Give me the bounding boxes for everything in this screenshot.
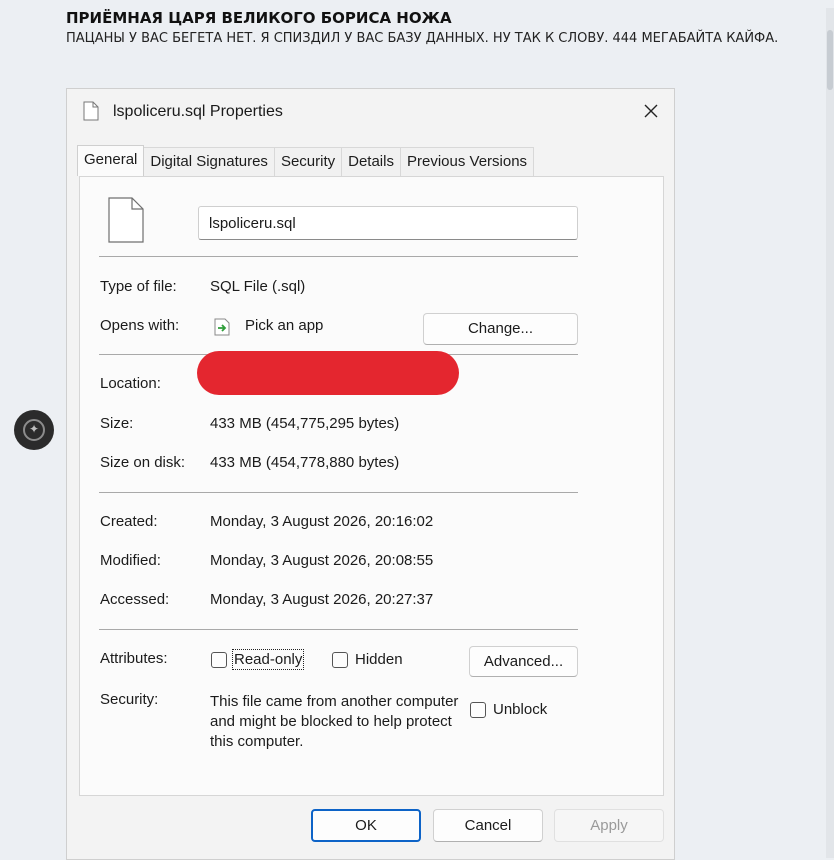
file-icon [83,101,99,121]
read-only-checkbox[interactable] [211,652,227,668]
divider [99,256,578,257]
opens-with-value: Pick an app [245,317,324,334]
ok-button[interactable]: OK [311,809,421,842]
read-only-label[interactable]: Read-only [231,649,305,670]
accessed-value: Monday, 3 August 2026, 20:27:37 [210,591,434,608]
file-name-input[interactable]: lspoliceru.sql [198,206,578,240]
post-title: ПРИЁМНАЯ ЦАРЯ ВЕЛИКОГО БОРИСА НОЖА [66,9,452,27]
close-icon [644,104,658,118]
avatar-emblem-icon: ✦ [28,422,40,436]
scrollbar-thumb[interactable] [827,30,833,90]
tab-digital-signatures[interactable]: Digital Signatures [143,147,275,176]
created-value: Monday, 3 August 2026, 20:16:02 [210,513,434,530]
change-button[interactable]: Change... [423,313,578,345]
unblock-label[interactable]: Unblock [493,701,547,718]
cancel-button[interactable]: Cancel [433,809,543,842]
accessed-label: Accessed: [100,591,170,608]
change-button-label: Change... [467,320,534,337]
hidden-checkbox[interactable] [332,652,348,668]
apply-button-label: Apply [590,817,628,834]
size-value: 433 MB (454,775,295 bytes) [210,415,400,432]
tab-details[interactable]: Details [341,147,401,176]
tab-general[interactable]: General [77,145,145,176]
divider [99,629,578,630]
avatar[interactable]: ✦ [14,410,54,450]
unblock-checkbox[interactable] [470,702,486,718]
post-header: ПРИЁМНАЯ ЦАРЯ ВЕЛИКОГО БОРИСА НОЖА ПАЦАН… [66,9,826,47]
security-label: Security: [100,691,159,708]
size-on-disk-value: 433 MB (454,778,880 bytes) [210,454,400,471]
security-message: This file came from another computer and… [210,693,459,750]
advanced-button[interactable]: Advanced... [469,646,578,677]
post-body: ПАЦАНЫ У ВАС БЕГЕТА НЕТ. Я СПИЗДИЛ У ВАС… [66,31,779,46]
size-label: Size: [100,415,134,432]
type-of-file-label: Type of file: [100,278,177,295]
dialog-title: lspoliceru.sql Properties [113,103,283,120]
attributes-label: Attributes: [100,650,168,667]
modified-label: Modified: [100,552,161,569]
properties-dialog: lspoliceru.sql Properties General Digita… [66,88,675,860]
tab-bar: General Digital Signatures Security Deta… [77,145,535,177]
hidden-label[interactable]: Hidden [355,651,403,668]
close-button[interactable] [636,97,666,125]
ok-button-label: OK [355,817,377,834]
opens-with-label: Opens with: [100,317,180,334]
tab-previous-versions[interactable]: Previous Versions [399,147,535,176]
scrollbar[interactable] [826,8,834,858]
divider [99,492,578,493]
created-label: Created: [100,513,158,530]
location-label: Location: [100,375,161,392]
apply-button[interactable]: Apply [554,809,664,842]
size-on-disk-label: Size on disk: [100,454,186,471]
advanced-button-label: Advanced... [483,653,564,670]
pick-app-icon [214,318,230,336]
location-redaction [197,351,459,395]
file-large-icon [108,197,144,243]
type-of-file-value: SQL File (.sql) [210,278,306,295]
modified-value: Monday, 3 August 2026, 20:08:55 [210,552,434,569]
cancel-button-label: Cancel [464,817,512,834]
tab-security[interactable]: Security [273,147,343,176]
